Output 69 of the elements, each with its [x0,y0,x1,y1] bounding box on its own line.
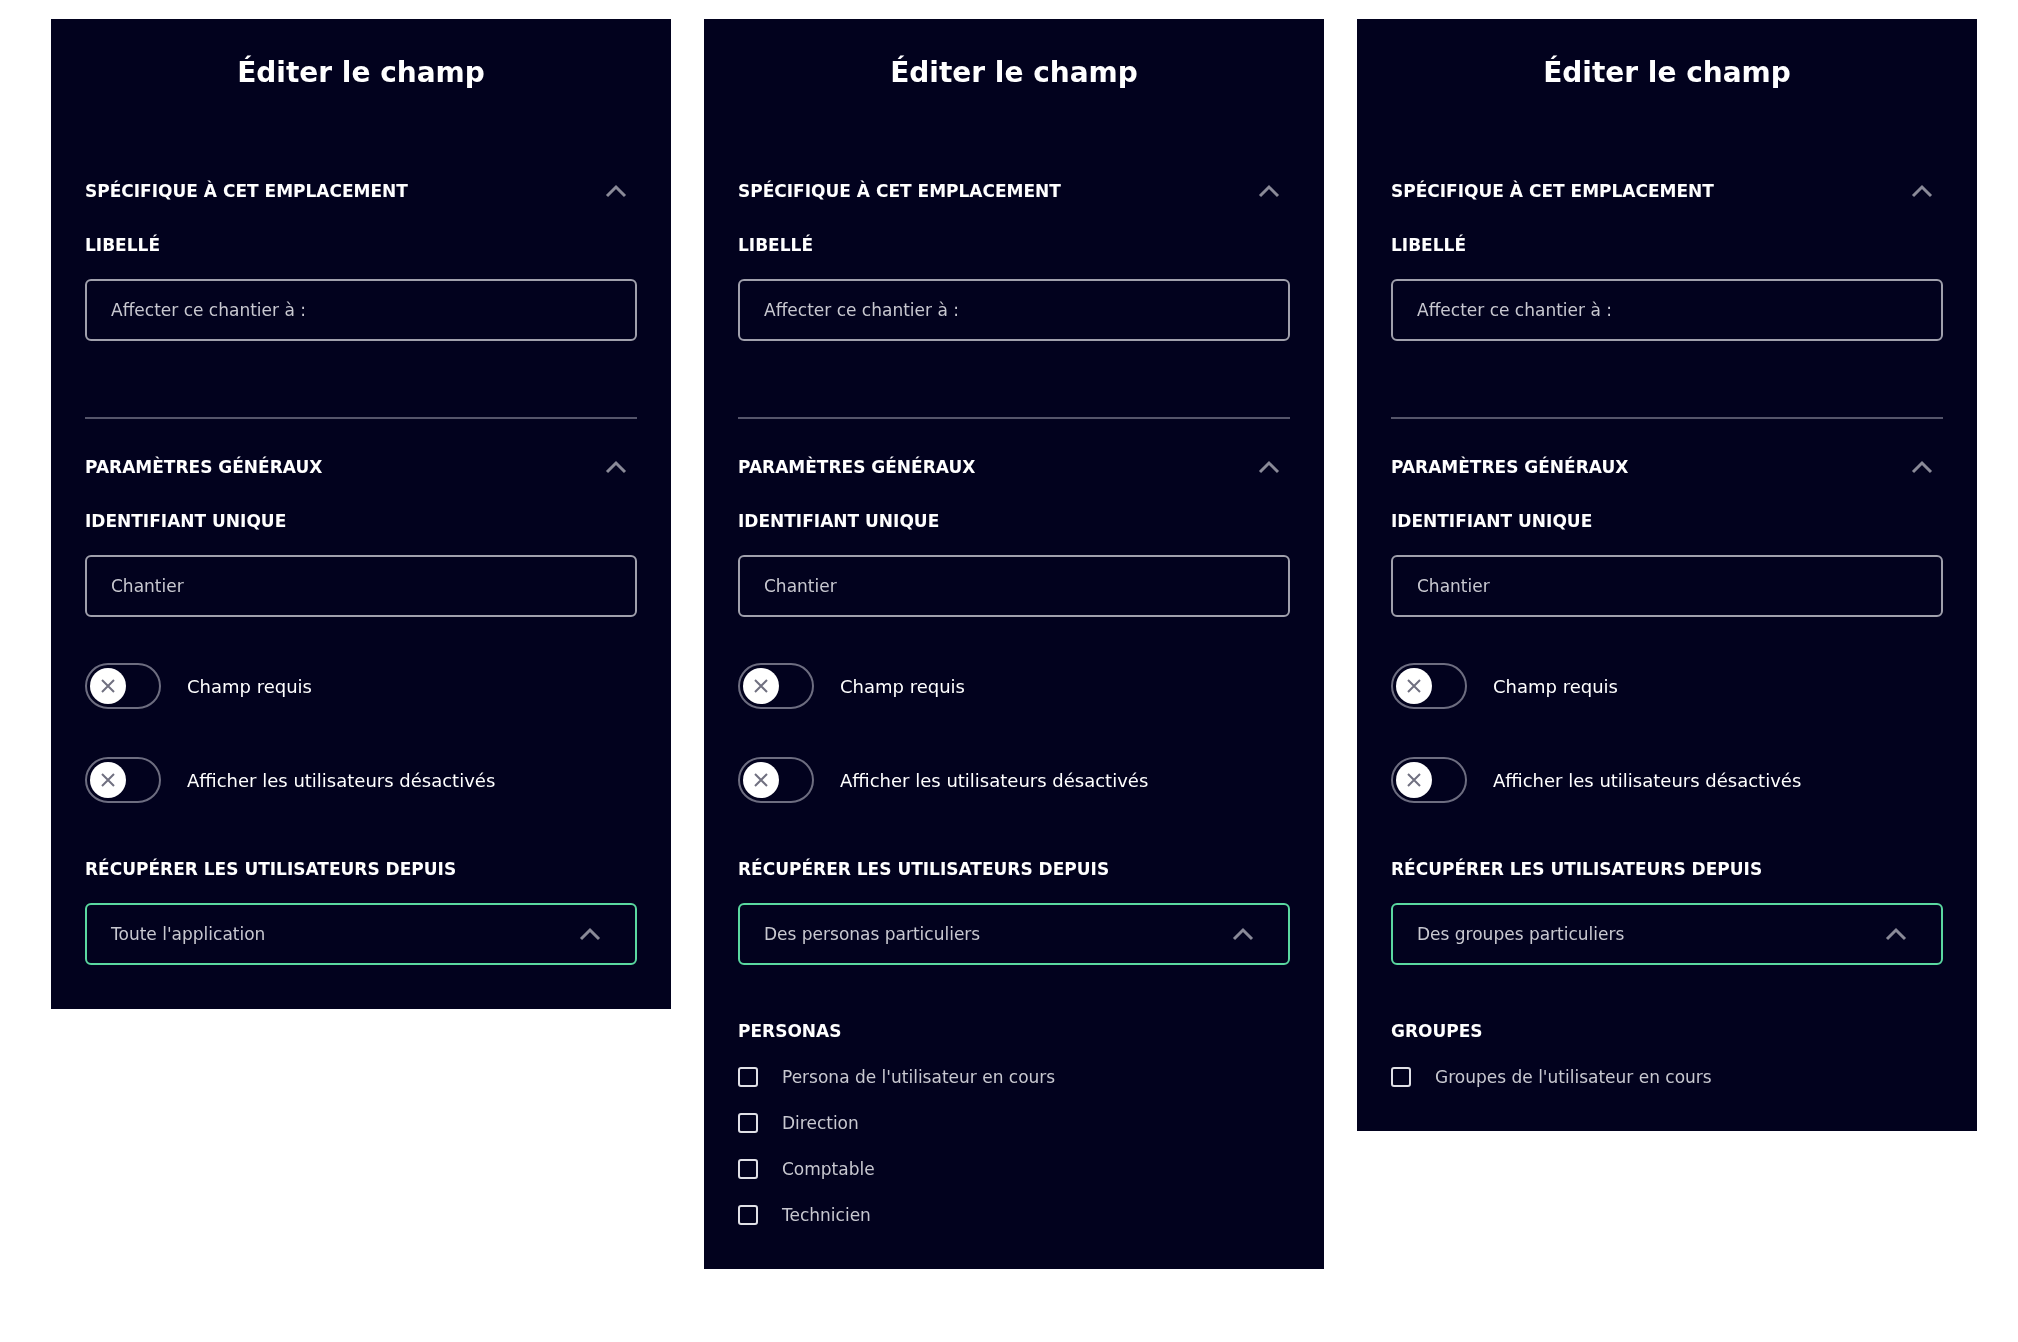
field-label: RÉCUPÉRER LES UTILISATEURS DEPUIS [1391,859,1763,879]
close-icon [99,677,117,695]
collapse-chevron-icon[interactable] [1258,184,1280,198]
toggle-label: Champ requis [187,675,312,697]
checkbox-label: Groupes de l'utilisateur en cours [1435,1067,1712,1087]
dropdown-value: Des groupes particuliers [1417,924,1625,944]
section-title: SPÉCIFIQUE À CET EMPLACEMENT [85,181,408,201]
close-icon [1405,771,1423,789]
field-label: IDENTIFIANT UNIQUE [85,511,287,531]
close-icon [99,771,117,789]
field-label: GROUPES [1391,1021,1483,1041]
field-label: IDENTIFIANT UNIQUE [738,511,940,531]
toggle-label: Afficher les utilisateurs désactivés [1493,769,1802,791]
toggle-label: Champ requis [840,675,965,697]
dropdown-value: Des personas particuliers [764,924,981,944]
checkbox-label: Direction [782,1113,859,1133]
section-title: PARAMÈTRES GÉNÉRAUX [738,457,976,477]
panel-title: Éditer le champ [890,54,1138,91]
dropdown-value: Toute l'application [111,924,266,944]
checkbox[interactable] [738,1205,758,1225]
text-field[interactable]: Affecter ce chantier à : [1391,279,1943,341]
toggle-switch[interactable] [1391,757,1467,803]
dropdown-field[interactable]: Toute l'application [85,903,637,965]
collapse-chevron-icon[interactable] [1911,460,1933,474]
collapse-chevron-icon[interactable] [1911,184,1933,198]
close-icon [1405,677,1423,695]
close-icon [752,771,770,789]
toggle-switch[interactable] [738,663,814,709]
toggle-switch[interactable] [85,757,161,803]
section-title: PARAMÈTRES GÉNÉRAUX [85,457,323,477]
caret-icon [579,927,601,941]
text-field[interactable]: Chantier [738,555,1290,617]
checkbox[interactable] [738,1067,758,1087]
panel-title: Éditer le champ [237,54,485,91]
checkbox[interactable] [1391,1067,1411,1087]
toggle-switch[interactable] [85,663,161,709]
section-title: SPÉCIFIQUE À CET EMPLACEMENT [738,181,1061,201]
collapse-chevron-icon[interactable] [605,460,627,474]
text-field[interactable]: Affecter ce chantier à : [85,279,637,341]
checkbox-label: Technicien [782,1205,871,1225]
field-label: RÉCUPÉRER LES UTILISATEURS DEPUIS [85,859,457,879]
text-field[interactable]: Chantier [1391,555,1943,617]
text-field[interactable]: Chantier [85,555,637,617]
checkbox[interactable] [738,1113,758,1133]
toggle-label: Champ requis [1493,675,1618,697]
toggle-label: Afficher les utilisateurs désactivés [187,769,496,791]
field-label: IDENTIFIANT UNIQUE [1391,511,1593,531]
collapse-chevron-icon[interactable] [1258,460,1280,474]
field-label: LIBELLÉ [1391,235,1466,255]
checkbox-label: Persona de l'utilisateur en cours [782,1067,1056,1087]
close-icon [752,677,770,695]
dropdown-field[interactable]: Des groupes particuliers [1391,903,1943,965]
section-title: PARAMÈTRES GÉNÉRAUX [1391,457,1629,477]
toggle-switch[interactable] [1391,663,1467,709]
field-label: RÉCUPÉRER LES UTILISATEURS DEPUIS [738,859,1110,879]
field-label: PERSONAS [738,1021,842,1041]
toggle-label: Afficher les utilisateurs désactivés [840,769,1149,791]
panel-title: Éditer le champ [1543,54,1791,91]
text-field[interactable]: Affecter ce chantier à : [738,279,1290,341]
field-label: LIBELLÉ [85,235,160,255]
section-title: SPÉCIFIQUE À CET EMPLACEMENT [1391,181,1714,201]
field-label: LIBELLÉ [738,235,813,255]
caret-icon [1232,927,1254,941]
caret-icon [1885,927,1907,941]
collapse-chevron-icon[interactable] [605,184,627,198]
checkbox-label: Comptable [782,1159,875,1179]
checkbox[interactable] [738,1159,758,1179]
toggle-switch[interactable] [738,757,814,803]
dropdown-field[interactable]: Des personas particuliers [738,903,1290,965]
